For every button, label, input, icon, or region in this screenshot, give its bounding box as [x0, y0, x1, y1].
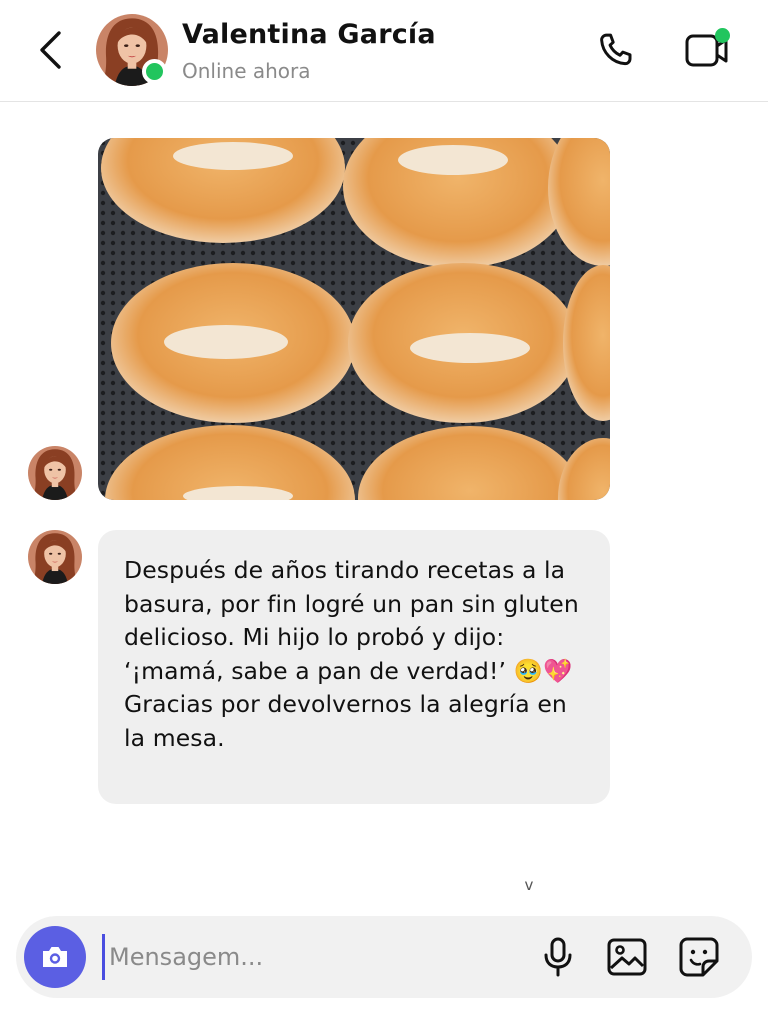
microphone-button[interactable] — [536, 935, 580, 979]
camera-icon — [43, 947, 67, 967]
camera-button[interactable] — [24, 926, 86, 988]
video-badge-dot — [715, 28, 730, 43]
message-composer — [16, 916, 752, 998]
voice-call-button[interactable] — [592, 26, 640, 74]
chevron-left-icon — [40, 31, 61, 69]
image-message[interactable] — [98, 138, 610, 500]
contact-status: Online ahora — [182, 59, 311, 83]
online-status-dot — [142, 59, 167, 84]
chat-header: Valentina García Online ahora — [0, 0, 768, 102]
sticker-button[interactable] — [676, 935, 722, 979]
gallery-button[interactable] — [604, 935, 650, 979]
message-input[interactable] — [102, 934, 502, 980]
bread-rolls-photo — [98, 138, 610, 500]
sticker-icon — [679, 937, 719, 977]
back-button[interactable] — [28, 24, 72, 76]
text-message-bubble[interactable]: Después de años tirando recetas a la bas… — [98, 530, 610, 804]
image-icon — [607, 938, 647, 976]
microphone-icon — [544, 937, 572, 977]
sender-avatar[interactable] — [28, 446, 82, 500]
contact-name[interactable]: Valentina García — [182, 19, 436, 50]
phone-icon — [600, 33, 632, 66]
message-text: Después de años tirando recetas a la bas… — [124, 556, 579, 752]
sender-avatar[interactable] — [28, 530, 82, 584]
scroll-down-indicator[interactable]: v — [520, 876, 538, 898]
